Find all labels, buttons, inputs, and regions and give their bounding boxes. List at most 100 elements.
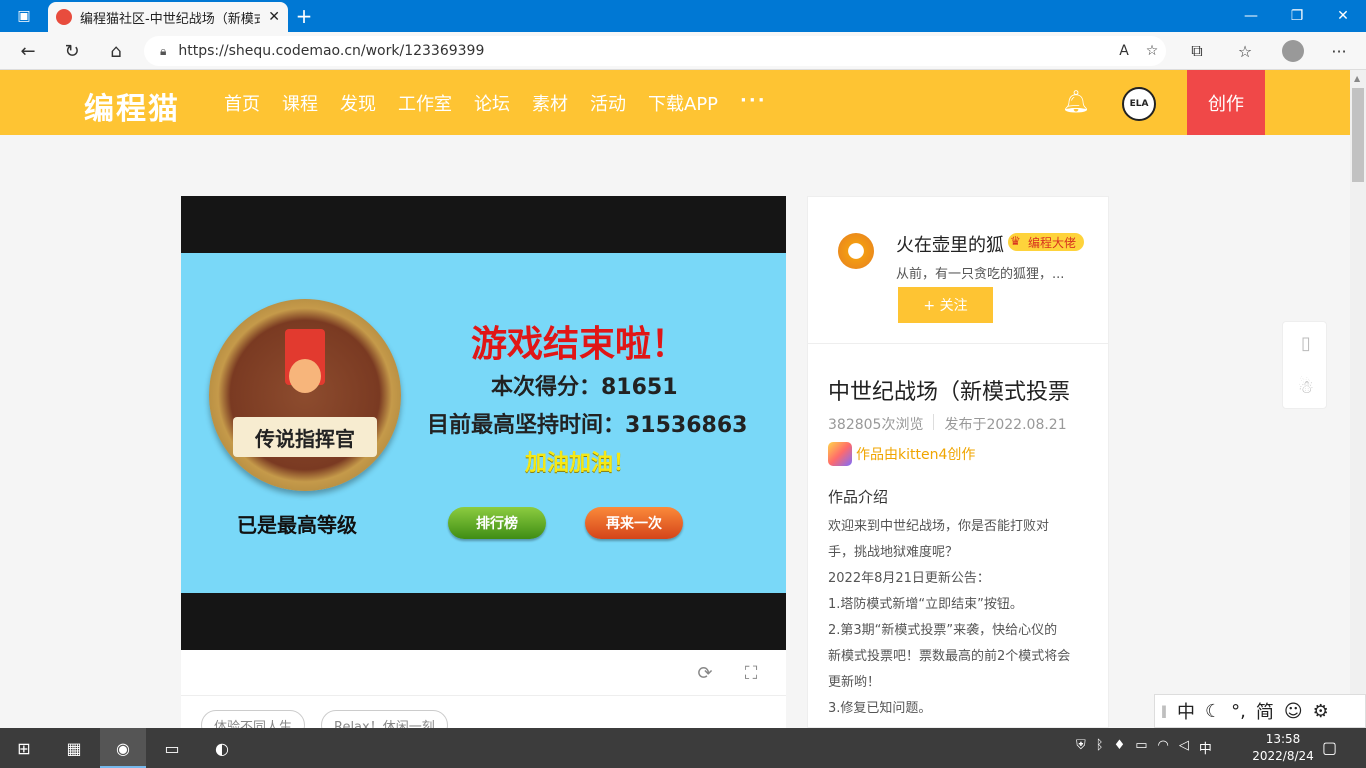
ime-mode-chinese[interactable]: 中	[1177, 698, 1195, 724]
clock-date: 2022/8/24	[1252, 749, 1314, 763]
site-navbar: 编程猫 首页 课程 发现 工作室 论坛 素材 活动 下载APP ··· 🔔︎ E…	[0, 70, 1350, 135]
window-controls: — ❐ ✕	[1228, 0, 1366, 32]
restart-icon[interactable]: ⟳	[694, 662, 716, 684]
author-description: 从前，有一只贪吃的狐狸，...	[896, 267, 1065, 282]
green-app-icon[interactable]: ◐	[208, 734, 236, 762]
fullscreen-icon[interactable]: ⛶	[740, 662, 762, 684]
url-text[interactable]: https://shequ.codemao.cn/work/123369399	[178, 43, 1110, 59]
notification-center-icon[interactable]: ▢	[1322, 738, 1337, 757]
scrollbar-thumb[interactable]	[1352, 88, 1364, 182]
tag-chip[interactable]: Relax！休闲一刻	[321, 710, 448, 728]
browser-tab[interactable]: 编程猫社区-中世纪战场（新模式 ✕	[48, 2, 288, 32]
notification-bell-icon[interactable]: 🔔︎	[1062, 90, 1090, 115]
menu-more-icon[interactable]: ···	[740, 90, 767, 116]
system-tray: ⛨ ᛒ ♦ ▭ ◠ ◁ 中	[1076, 738, 1222, 757]
system-clock[interactable]: 13:58 2022/8/24	[1252, 731, 1314, 765]
leaderboard-button[interactable]: 排行榜	[448, 507, 546, 539]
cheer-text: 加油加油！	[525, 451, 636, 476]
tag-chip[interactable]: 体验不同人生	[201, 710, 306, 728]
address-toolbar: ← ↻ ⌂ 🔒︎ https://shequ.codemao.cn/work/1…	[0, 32, 1366, 70]
game-player[interactable]: 传说指挥官 已是最高等级 游戏结束啦！ 本次得分：81651 目前最高坚持时间：…	[181, 196, 786, 650]
author-name[interactable]: 火在壶里的狐	[896, 231, 1004, 257]
view-count: 382805次浏览	[828, 417, 924, 433]
game-over-title: 游戏结束啦！	[471, 324, 688, 365]
intro-text: 欢迎来到中世纪战场，你是否能打败对 手，挑战地狱难度呢？ 2022年8月21日更…	[828, 514, 1098, 722]
made-with-kitten[interactable]: 作品由kitten4创作	[828, 442, 975, 466]
codemao-favicon-icon	[56, 9, 72, 25]
store-app-icon[interactable]: ▦	[60, 734, 88, 762]
work-meta: 382805次浏览 发布于2022.08.21	[828, 414, 1067, 434]
badge-label: 编程大佬	[1028, 235, 1077, 250]
favorite-add-icon[interactable]: ☆	[1138, 43, 1166, 59]
extensions-icon[interactable]: ⧉	[1184, 40, 1210, 62]
ime-simplified[interactable]: 简	[1256, 698, 1274, 724]
settings-more-icon[interactable]: ···	[1326, 40, 1352, 62]
user-avatar[interactable]: ELA	[1122, 87, 1156, 121]
intro-line: 手，挑战地狱难度呢？	[828, 545, 959, 560]
main-menu: 首页 课程 发现 工作室 论坛 素材 活动 下载APP ···	[224, 90, 789, 116]
close-window-icon[interactable]: ✕	[1320, 0, 1366, 32]
floating-toolbar: ▯ ☃	[1282, 321, 1327, 409]
maximize-icon[interactable]: ❐	[1274, 0, 1320, 32]
work-title: 中世纪战场（新模式投票	[828, 380, 1071, 405]
menu-item-discover[interactable]: 发现	[340, 90, 376, 116]
tab-actions-icon[interactable]: ▣	[8, 6, 40, 26]
wifi-icon[interactable]: ◠	[1158, 738, 1169, 757]
author-badge: ♛ 编程大佬	[1008, 233, 1085, 251]
menu-item-courses[interactable]: 课程	[282, 90, 318, 116]
level-text: 已是最高等级	[237, 513, 357, 537]
kitten-app-icon	[828, 442, 852, 466]
menu-item-home[interactable]: 首页	[224, 90, 260, 116]
windows-taskbar: ⊞ ▦ ◉ ▭ ◐ ⛨ ᛒ ♦ ▭ ◠ ◁ 中 13:58 2022/8/24 …	[0, 728, 1366, 768]
menu-item-forum[interactable]: 论坛	[474, 90, 510, 116]
file-explorer-icon[interactable]: ▭	[158, 734, 186, 762]
intro-line: 2.第3期“新模式投票”来袭，快给心仪的	[828, 623, 1058, 638]
home-icon[interactable]: ⌂	[104, 40, 128, 62]
follow-button[interactable]: + 关注	[898, 287, 993, 323]
score-text: 本次得分：81651	[491, 375, 678, 400]
read-aloud-icon[interactable]: A	[1110, 43, 1138, 59]
menu-item-studio[interactable]: 工作室	[398, 90, 452, 116]
defender-icon[interactable]: ♦	[1114, 738, 1126, 757]
tab-title: 编程猫社区-中世纪战场（新模式	[80, 11, 261, 27]
publish-date: 发布于2022.08.21	[944, 417, 1067, 433]
new-tab-button[interactable]: +	[292, 4, 316, 28]
menu-item-assets[interactable]: 素材	[532, 90, 568, 116]
ime-moon-icon[interactable]: ☾	[1205, 701, 1221, 722]
address-bar[interactable]: 🔒︎ https://shequ.codemao.cn/work/1233693…	[144, 36, 1166, 66]
edge-browser-icon[interactable]: ◉	[109, 734, 137, 762]
ime-emoji-icon[interactable]: ☺	[1284, 701, 1303, 722]
create-button[interactable]: 创作	[1187, 70, 1265, 135]
author-avatar[interactable]	[838, 233, 874, 269]
volume-icon[interactable]: ◁	[1179, 738, 1189, 757]
security-shield-icon[interactable]: ⛨	[1076, 738, 1086, 757]
minimize-icon[interactable]: —	[1228, 0, 1274, 32]
medal-label: 传说指挥官	[233, 417, 377, 457]
favorites-icon[interactable]: ☆	[1232, 40, 1258, 62]
windows-start-icon[interactable]: ⊞	[10, 734, 38, 762]
intro-line: 欢迎来到中世纪战场，你是否能打败对	[828, 519, 1050, 534]
menu-item-events[interactable]: 活动	[590, 90, 626, 116]
ime-grip-icon[interactable]: ‖	[1161, 704, 1167, 718]
intro-line: 更新哟！	[828, 675, 881, 690]
ime-punctuation-icon[interactable]: °,	[1231, 701, 1246, 722]
qq-icon[interactable]: ☃	[1295, 376, 1317, 398]
scroll-up-arrow-icon[interactable]: ▲	[1354, 74, 1360, 83]
profile-icon[interactable]	[1280, 40, 1306, 62]
game-over-screen[interactable]: 传说指挥官 已是最高等级 游戏结束啦！ 本次得分：81651 目前最高坚持时间：…	[181, 253, 786, 593]
battery-icon[interactable]: ▭	[1135, 738, 1147, 757]
tray-language[interactable]: 中	[1199, 738, 1212, 757]
mobile-phone-icon[interactable]: ▯	[1295, 332, 1317, 354]
site-logo[interactable]: 编程猫	[84, 84, 180, 128]
refresh-icon[interactable]: ↻	[60, 40, 84, 62]
play-again-button[interactable]: 再来一次	[585, 507, 683, 539]
intro-title: 作品介绍	[828, 488, 889, 506]
back-arrow-icon[interactable]: ←	[16, 40, 40, 62]
bluetooth-icon[interactable]: ᛒ	[1096, 738, 1104, 757]
tab-close-icon[interactable]: ✕	[268, 9, 280, 25]
intro-line: 2022年8月21日更新公告：	[828, 571, 990, 586]
rank-medal: 传说指挥官	[209, 299, 401, 491]
work-info-card: 中世纪战场（新模式投票 382805次浏览 发布于2022.08.21 作品由k…	[807, 344, 1109, 728]
menu-item-download-app[interactable]: 下载APP	[648, 90, 718, 116]
ime-settings-icon[interactable]: ⚙	[1313, 701, 1329, 722]
